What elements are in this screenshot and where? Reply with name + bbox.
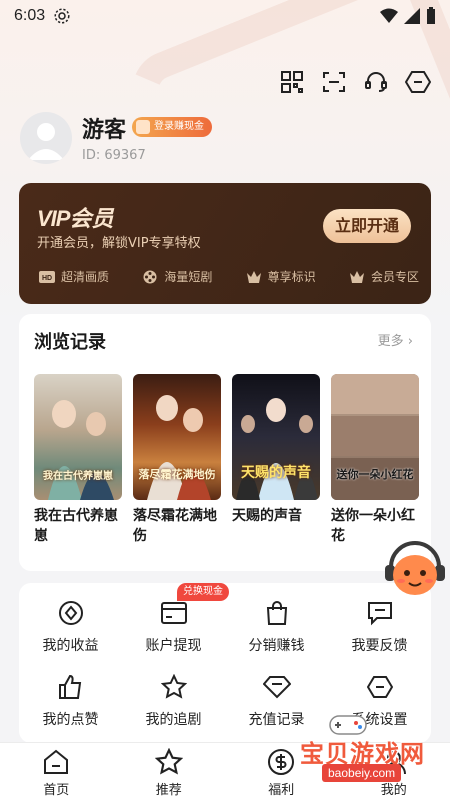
tab-label: 推荐 (155, 783, 182, 798)
vip-card[interactable]: VIP会员 开通会员，解锁VIP专享特权 立即开通 HD 超清画质 海量短剧 尊… (19, 183, 431, 304)
vip-feature-label: 海量短剧 (164, 270, 213, 284)
vip-feature-label: 超清画质 (61, 270, 110, 284)
home-icon (41, 747, 71, 777)
history-item[interactable]: 送你一朵小红花 送你一朵小红花 (331, 374, 419, 546)
star-icon (154, 747, 184, 777)
vip-feature-badge: 尊享标识 (246, 268, 316, 285)
vip-feature-zone: 会员专区 (349, 268, 419, 285)
poster-caption: 送你一朵小红花 (336, 468, 414, 481)
tool-label: 分销赚钱 (248, 638, 305, 654)
thumbs-up-icon (57, 673, 85, 701)
user-profile[interactable]: 游客 登录赚现金 ID: 69367 (20, 112, 440, 172)
status-indicators (380, 7, 436, 25)
tool-my-following[interactable]: 我的追剧 (122, 673, 225, 729)
dollar-icon (266, 747, 296, 777)
tool-label: 我的收益 (42, 638, 99, 654)
vip-logo-text: VIP (37, 206, 70, 231)
mascot-assistant[interactable] (383, 537, 447, 601)
vip-title: VIP会员 (37, 201, 113, 233)
tool-my-likes[interactable]: 我的点赞 (19, 673, 122, 729)
gamepad-icon (329, 715, 367, 735)
status-bar: 6:03 (0, 0, 450, 32)
tool-distribution[interactable]: 分销赚钱 (225, 599, 328, 655)
avatar[interactable] (20, 112, 72, 164)
wallet-card-icon (160, 599, 188, 627)
tool-withdraw[interactable]: 账户提现 (122, 599, 225, 655)
earnings-icon (57, 599, 85, 627)
feedback-icon (366, 599, 394, 627)
signal-icon (404, 8, 420, 24)
poster-image[interactable]: 我在古代养崽崽 (34, 374, 122, 500)
poster-caption: 我在古代养崽崽 (43, 471, 113, 482)
tab-label: 首页 (43, 783, 70, 798)
crown-icon (246, 270, 262, 284)
tool-label: 我的追剧 (145, 712, 202, 728)
history-item[interactable]: 我在古代养崽崽 我在古代养崽崽 (34, 374, 122, 546)
history-list: 我在古代养崽崽 我在古代养崽崽 落尽霜花满地伤 落尽霜花满地伤 天赐的声音 天赐… (34, 374, 419, 546)
tool-label: 账户提现 (145, 638, 202, 654)
browse-history: 浏览记录 更多 › 我在古代养崽崽 我在古代养崽崽 落尽霜花满地伤 落尽霜花满地… (19, 314, 431, 571)
wifi-icon (380, 8, 398, 23)
history-item-title: 落尽霜花满地伤 (133, 508, 217, 544)
scan-icon[interactable] (320, 68, 348, 96)
vip-features: HD 超清画质 海量短剧 尊享标识 会员专区 (39, 268, 419, 285)
vip-feature-label: 会员专区 (370, 270, 419, 284)
tool-label: 我要反馈 (351, 638, 408, 654)
history-more-link[interactable]: 更多 › (378, 330, 413, 349)
tool-label: 我的点赞 (42, 712, 99, 728)
tool-my-earnings[interactable]: 我的收益 (19, 599, 122, 655)
status-time: 6:03 (14, 7, 46, 24)
star-icon (160, 673, 188, 701)
poster-image[interactable]: 送你一朵小红花 (331, 374, 419, 500)
customer-service-icon[interactable] (362, 68, 390, 96)
svg-text:HD: HD (42, 275, 52, 282)
history-item-title: 天赐的声音 (232, 508, 302, 524)
diamond-icon (262, 673, 291, 701)
user-id: ID: 69367 (82, 148, 146, 163)
vip-feature-hd: HD 超清画质 (39, 268, 109, 285)
tab-recommend[interactable]: 推荐 (113, 743, 226, 800)
login-earn-badge[interactable]: 登录赚现金 (132, 117, 212, 137)
tab-home[interactable]: 首页 (0, 743, 113, 800)
crown-icon (349, 270, 365, 284)
watermark-url: baobeiy.com (322, 764, 402, 782)
battery-icon (427, 7, 435, 24)
vip-feature-label: 尊享标识 (267, 270, 316, 284)
vip-title-text: 会员 (69, 206, 114, 231)
settings-icon[interactable] (404, 68, 432, 96)
vip-description: 开通会员，解锁VIP专享特权 (37, 236, 201, 251)
red-packet-icon (136, 120, 150, 134)
vip-open-button[interactable]: 立即开通 (323, 209, 411, 243)
username: 游客 (82, 117, 127, 142)
history-item-title: 我在古代养崽崽 (34, 508, 118, 544)
history-item[interactable]: 天赐的声音 天赐的声音 (232, 374, 320, 546)
history-title: 浏览记录 (34, 332, 106, 353)
settings-icon (366, 673, 394, 701)
vip-feature-dramas: 海量短剧 (142, 268, 212, 285)
tool-feedback[interactable]: 我要反馈 (328, 599, 431, 655)
film-reel-icon (142, 270, 158, 284)
history-item[interactable]: 落尽霜花满地伤 落尽霜花满地伤 (133, 374, 221, 546)
poster-image[interactable]: 天赐的声音 (232, 374, 320, 500)
poster-image[interactable]: 落尽霜花满地伤 (133, 374, 221, 500)
header-actions (278, 68, 432, 96)
shopping-bag-icon (263, 599, 291, 627)
site-watermark: 宝贝游戏网 baobeiy.com (300, 708, 450, 800)
login-badge-label: 登录赚现金 (154, 121, 204, 132)
poster-caption: 天赐的声音 (241, 465, 311, 481)
poster-caption: 落尽霜花满地伤 (138, 468, 216, 481)
hd-icon: HD (39, 270, 55, 284)
settings-gear-icon (54, 8, 70, 24)
qr-code-icon[interactable] (278, 68, 306, 96)
